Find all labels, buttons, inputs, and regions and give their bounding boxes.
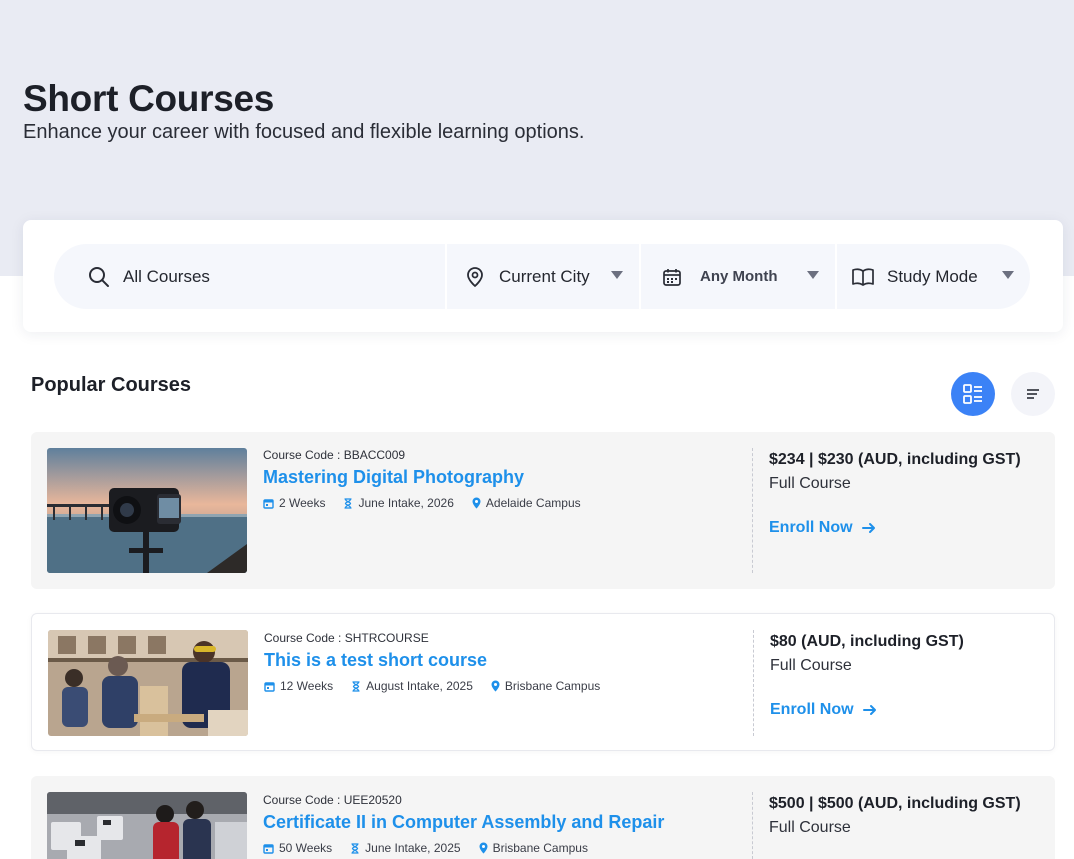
course-meta: 2 Weeks June Intake, 2026 Adelaide Campu…: [263, 496, 599, 510]
page-subtitle: Enhance your career with focused and fle…: [23, 121, 585, 143]
course-duration: 2 Weeks: [279, 496, 326, 510]
list-view-button[interactable]: [1011, 372, 1055, 416]
course-title-link[interactable]: Certificate II in Computer Assembly and …: [263, 812, 664, 833]
course-code: Course Code : SHTRCOURSE: [264, 631, 429, 645]
course-card[interactable]: Course Code : BBACC009 Mastering Digital…: [31, 432, 1055, 589]
arrow-right-icon: [862, 705, 876, 715]
study-mode-dropdown[interactable]: Study Mode: [835, 244, 1030, 309]
course-image: [47, 792, 247, 859]
hourglass-icon: [351, 842, 359, 854]
card-divider: [752, 792, 753, 859]
calendar-icon: [263, 498, 274, 509]
course-price: $500 | $500 (AUD, including GST): [769, 795, 1021, 812]
enroll-now-link[interactable]: Enroll Now: [770, 701, 877, 719]
enroll-label: Enroll Now: [769, 519, 853, 536]
course-code: Course Code : BBACC009: [263, 448, 406, 462]
filter-bar: All Courses Current City Any Month Study…: [54, 244, 1030, 309]
card-divider: [752, 448, 753, 573]
card-divider: [753, 630, 754, 736]
course-image: [47, 448, 247, 573]
course-intake: June Intake, 2025: [365, 841, 461, 855]
enroll-now-link[interactable]: Enroll Now: [769, 519, 876, 537]
calendar-icon: [263, 843, 274, 854]
chevron-down-icon: [611, 271, 623, 279]
course-price-note: Full Course: [770, 657, 852, 674]
page-title: Short Courses: [23, 78, 275, 119]
course-meta: 50 Weeks June Intake, 2025 Brisbane Camp…: [263, 841, 606, 855]
hourglass-icon: [344, 497, 352, 509]
list-view-icon: [1027, 389, 1039, 399]
course-duration: 50 Weeks: [279, 841, 333, 855]
course-title-link[interactable]: Mastering Digital Photography: [263, 467, 524, 488]
location-pin-icon: [463, 265, 487, 289]
location-pin-icon: [491, 680, 500, 692]
course-intake: June Intake, 2026: [358, 496, 454, 510]
course-campus: Brisbane Campus: [504, 679, 601, 693]
grid-view-button[interactable]: [951, 372, 995, 416]
city-dropdown[interactable]: Current City: [445, 244, 639, 309]
search-icon: [87, 265, 111, 289]
course-price-note: Full Course: [769, 475, 851, 492]
course-image: [48, 630, 248, 736]
grid-view-icon: [963, 384, 982, 404]
course-meta: 12 Weeks August Intake, 2025 Brisbane Ca…: [264, 679, 618, 693]
course-intake: August Intake, 2025: [366, 679, 473, 693]
enroll-label: Enroll Now: [770, 701, 854, 718]
course-card[interactable]: Course Code : SHTRCOURSE This is a test …: [31, 613, 1055, 751]
course-code: Course Code : UEE20520: [263, 793, 402, 807]
study-mode-value: Study Mode: [887, 266, 978, 286]
filter-card: All Courses Current City Any Month Study…: [23, 220, 1063, 332]
book-icon: [851, 265, 875, 289]
arrow-right-icon: [861, 523, 875, 533]
chevron-down-icon: [1002, 271, 1014, 279]
city-value: Current City: [499, 266, 590, 286]
course-campus: Brisbane Campus: [492, 841, 588, 855]
course-price: $234 | $230 (AUD, including GST): [769, 451, 1021, 468]
chevron-down-icon: [807, 271, 819, 279]
course-search-input[interactable]: All Courses: [54, 244, 445, 309]
course-card[interactable]: Course Code : UEE20520 Certificate II in…: [31, 776, 1055, 859]
search-value: All Courses: [123, 266, 210, 286]
calendar-icon: [660, 265, 684, 289]
course-price: $80 (AUD, including GST): [770, 633, 964, 650]
course-price-note: Full Course: [769, 819, 851, 836]
month-value: Any Month: [700, 268, 778, 285]
course-duration: 12 Weeks: [280, 679, 334, 693]
location-pin-icon: [479, 842, 488, 854]
location-pin-icon: [472, 497, 481, 509]
hourglass-icon: [352, 680, 360, 692]
section-title: Popular Courses: [31, 374, 192, 396]
course-campus: Adelaide Campus: [485, 496, 581, 510]
month-dropdown[interactable]: Any Month: [639, 244, 835, 309]
course-title-link[interactable]: This is a test short course: [264, 650, 487, 671]
calendar-icon: [264, 681, 275, 692]
